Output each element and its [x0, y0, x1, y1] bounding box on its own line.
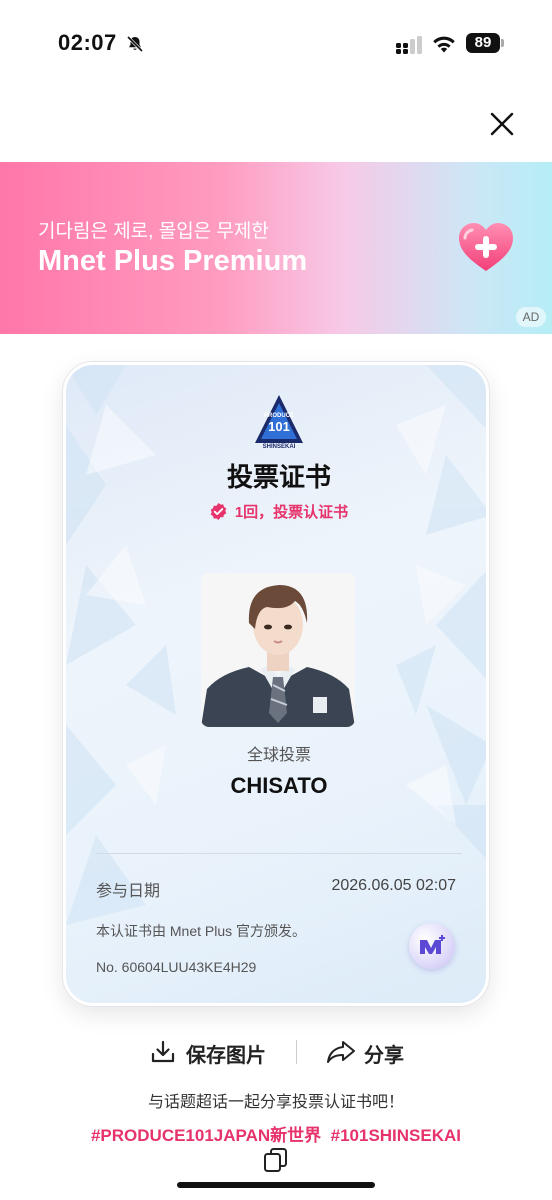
divider — [96, 853, 462, 854]
action-separator — [296, 1040, 297, 1064]
svg-text:101: 101 — [268, 419, 290, 434]
share-button[interactable]: 分享 — [326, 1038, 416, 1067]
vote-type: 全球投票 — [246, 747, 311, 764]
verified-check-icon — [210, 503, 227, 520]
download-icon — [151, 1040, 175, 1063]
save-image-label: 保存图片 — [186, 1045, 266, 1067]
hashtags: #PRODUCE101JAPAN新世界 #101SHINSEKAI — [0, 1121, 552, 1146]
bell-slash-icon — [126, 35, 144, 53]
copy-icon[interactable] — [262, 1146, 290, 1174]
vote-certificate-card: PRODUCE 101 SHINSEKAI 投票证书 1回，投票认证书 全球投票… — [63, 362, 489, 1006]
close-icon[interactable] — [486, 108, 518, 140]
ad-title: Mnet Plus Premium — [38, 245, 308, 277]
wifi-icon — [433, 36, 455, 53]
home-indicator[interactable] — [177, 1182, 375, 1188]
trainee-name: CHISATO — [230, 773, 328, 798]
hashtag-produce101japan[interactable]: #PRODUCE101JAPAN新世界 — [91, 1126, 321, 1145]
certificate-serial: No. 60604LUU43KE4H29 — [96, 959, 257, 975]
heart-plus-icon — [459, 223, 513, 271]
date-label: 参与日期 — [96, 883, 161, 900]
hashtag-101shinsekai[interactable]: #101SHINSEKAI — [331, 1126, 461, 1145]
badge-text: 1回，投票认证书 — [234, 504, 349, 521]
trainee-photo — [201, 573, 355, 727]
share-label: 分享 — [364, 1045, 404, 1067]
mnet-plus-badge-icon — [409, 923, 455, 969]
save-image-button[interactable]: 保存图片 — [150, 1038, 270, 1067]
status-bar: 02:07 89 — [0, 0, 552, 90]
produce101-shinsekai-logo: PRODUCE 101 SHINSEKAI — [255, 395, 303, 449]
signal-icon — [396, 36, 422, 54]
trainee-portrait-image — [201, 573, 355, 727]
certificate-badge: 1回，投票认证书 — [66, 501, 486, 522]
svg-text:SHINSEKAI: SHINSEKAI — [263, 444, 296, 449]
certificate-title: 投票证书 — [226, 462, 331, 492]
status-time: 02:07 — [58, 30, 117, 55]
ad-subtitle: 기다림은 제로, 몰입은 무제한 — [38, 221, 269, 242]
share-hint: 与话题超话一起分享投票认证书吧！ — [147, 1094, 404, 1111]
issuer-text: 本认证书由 Mnet Plus 官方颁发。 — [96, 923, 307, 939]
ad-tag: AD — [516, 307, 546, 327]
battery-tip — [501, 39, 504, 47]
battery-icon: 89 — [466, 33, 500, 53]
mnet-plus-logo — [420, 935, 445, 954]
date-value: 2026.06.05 02:07 — [331, 877, 456, 894]
share-arrow-icon — [327, 1041, 355, 1063]
